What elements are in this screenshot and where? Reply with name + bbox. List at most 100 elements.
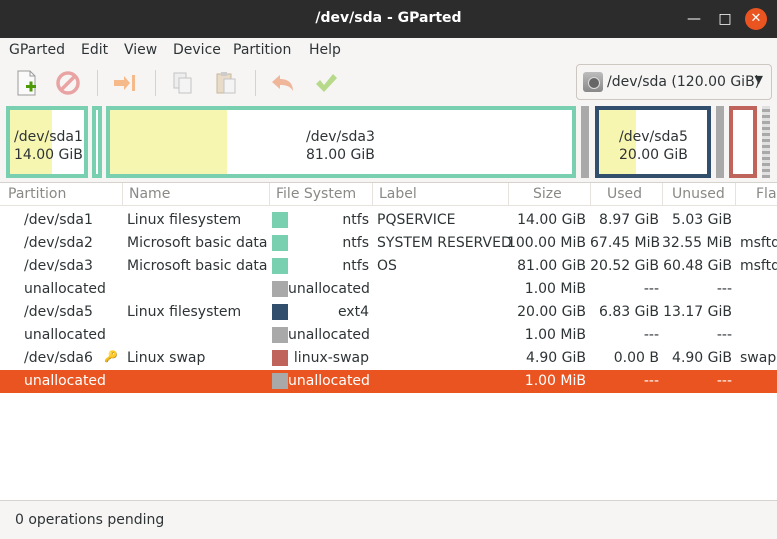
column-divider [372,183,373,206]
cell-used: 8.97 GiB [599,212,659,228]
toolbar-separator [255,70,256,96]
table-row[interactable]: /dev/sda3 Microsoft basic data ntfs OS 81.00… [0,255,777,278]
table-row[interactable]: unallocated unallocated 1.00 MiB --- --- [0,324,777,347]
column-divider [508,183,509,206]
cell-used: 6.83 GiB [599,304,659,320]
filesystem-color-swatch [272,212,288,228]
cell-filesystem: unallocated [288,327,370,343]
device-label: /dev/sda (120.00 GiB) [607,74,761,90]
column-partition[interactable]: Partition [8,186,66,202]
table-row[interactable]: /dev/sda1 Linux filesystem ntfs PQSERVICE 14… [0,209,777,232]
cell-unused: --- [716,327,732,343]
column-size[interactable]: Size [533,186,562,202]
cell-unused: 5.03 GiB [672,212,732,228]
column-filesystem[interactable]: File System [276,186,356,202]
partition-block-sda6[interactable] [729,106,757,178]
resize-move-icon[interactable] [110,68,140,98]
column-flags[interactable]: Flag [756,186,777,202]
menu-view[interactable]: View [124,42,157,58]
menu-bar: GParted Edit View Device Partition Help [0,38,777,64]
cell-used: --- [643,327,659,343]
filesystem-color-swatch [272,258,288,274]
cell-partition: unallocated [24,373,106,389]
used-space-bar [110,110,227,174]
partition-block-sda2[interactable] [92,106,102,178]
menu-gparted[interactable]: GParted [9,42,65,58]
cell-size: 1.00 MiB [524,373,586,389]
delete-icon[interactable] [53,68,83,98]
cell-size: 81.00 GiB [517,258,586,274]
menu-partition[interactable]: Partition [233,42,291,58]
partition-block-size: 81.00 GiB [306,147,375,163]
table-row[interactable]: unallocated unallocated 1.00 MiB --- --- [0,370,777,393]
cell-name: Linux filesystem [127,304,242,320]
cell-partition: /dev/sda3 [24,258,93,274]
cell-name: Linux swap [127,350,206,366]
column-divider [122,183,123,206]
table-row[interactable]: /dev/sda5 Linux filesystem ext4 20.00 GiB 6.… [0,301,777,324]
apply-icon[interactable] [311,68,341,98]
partition-block-label: /dev/sda1 [14,129,83,145]
cell-flags: msftd [740,235,777,251]
cell-filesystem: ntfs [342,212,369,228]
minimize-icon[interactable]: — [684,9,704,29]
column-used[interactable]: Used [607,186,642,202]
partition-block-sda5[interactable]: /dev/sda5 20.00 GiB [595,106,711,178]
paste-icon[interactable] [211,68,241,98]
column-name[interactable]: Name [129,186,170,202]
cell-filesystem: linux-swap [293,350,369,366]
filesystem-color-swatch [272,327,288,343]
cell-name: Microsoft basic data [127,235,268,251]
filesystem-color-swatch [272,350,288,366]
new-icon[interactable] [12,68,42,98]
undo-icon[interactable] [268,68,298,98]
partition-block-size: 20.00 GiB [619,147,688,163]
column-unused[interactable]: Unused [672,186,725,202]
unallocated-block[interactable] [716,106,724,178]
cell-filesystem: unallocated [288,281,370,297]
partition-map: /dev/sda1 14.00 GiB /dev/sda3 81.00 GiB … [0,102,777,182]
cell-partition: unallocated [24,281,106,297]
table-row[interactable]: /dev/sda2 Microsoft basic data ntfs SYSTEM … [0,232,777,255]
cell-filesystem: ext4 [337,304,369,320]
column-divider [662,183,663,206]
partition-block-sda3[interactable]: /dev/sda3 81.00 GiB [106,106,576,178]
column-divider [590,183,591,206]
toolbar-separator [155,70,156,96]
window-title: /dev/sda - GParted [315,10,462,26]
cell-partition: /dev/sda5 [24,304,93,320]
partition-block-sda1[interactable]: /dev/sda1 14.00 GiB [6,106,88,178]
cell-unused: 13.17 GiB [663,304,732,320]
menu-device[interactable]: Device [173,42,221,58]
cell-flags: swap [740,350,777,366]
copy-icon[interactable] [168,68,198,98]
cell-size: 4.90 GiB [526,350,586,366]
menu-help[interactable]: Help [309,42,341,58]
column-label[interactable]: Label [379,186,417,202]
maximize-icon[interactable]: □ [715,9,735,29]
filesystem-color-swatch [272,235,288,251]
toolbar-separator [97,70,98,96]
device-selector[interactable]: /dev/sda (120.00 GiB) ▼ [576,64,772,100]
column-divider [269,183,270,206]
table-row[interactable]: unallocated unallocated 1.00 MiB --- --- [0,278,777,301]
cell-used: 0.00 B [613,350,659,366]
close-icon[interactable]: ✕ [745,8,767,30]
cell-filesystem: ntfs [342,258,369,274]
partition-block-size: 14.00 GiB [14,147,83,163]
cell-used: --- [643,281,659,297]
cell-size: 1.00 MiB [524,281,586,297]
cell-unused: 60.48 GiB [663,258,732,274]
cell-label: OS [377,258,397,274]
cell-partition: /dev/sda6 [24,350,93,366]
cell-size: 100.00 MiB [506,235,586,251]
table-row[interactable]: /dev/sda6 🔑 Linux swap linux-swap 4.90 GiB 0.… [0,347,777,370]
unallocated-block[interactable] [581,106,589,178]
menu-edit[interactable]: Edit [81,42,108,58]
cell-label: SYSTEM RESERVED [377,235,512,251]
cell-size: 1.00 MiB [524,327,586,343]
cell-size: 14.00 GiB [517,212,586,228]
cell-filesystem: unallocated [288,373,370,389]
unallocated-block-selected[interactable] [762,106,770,178]
cell-unused: 32.55 MiB [662,235,733,251]
